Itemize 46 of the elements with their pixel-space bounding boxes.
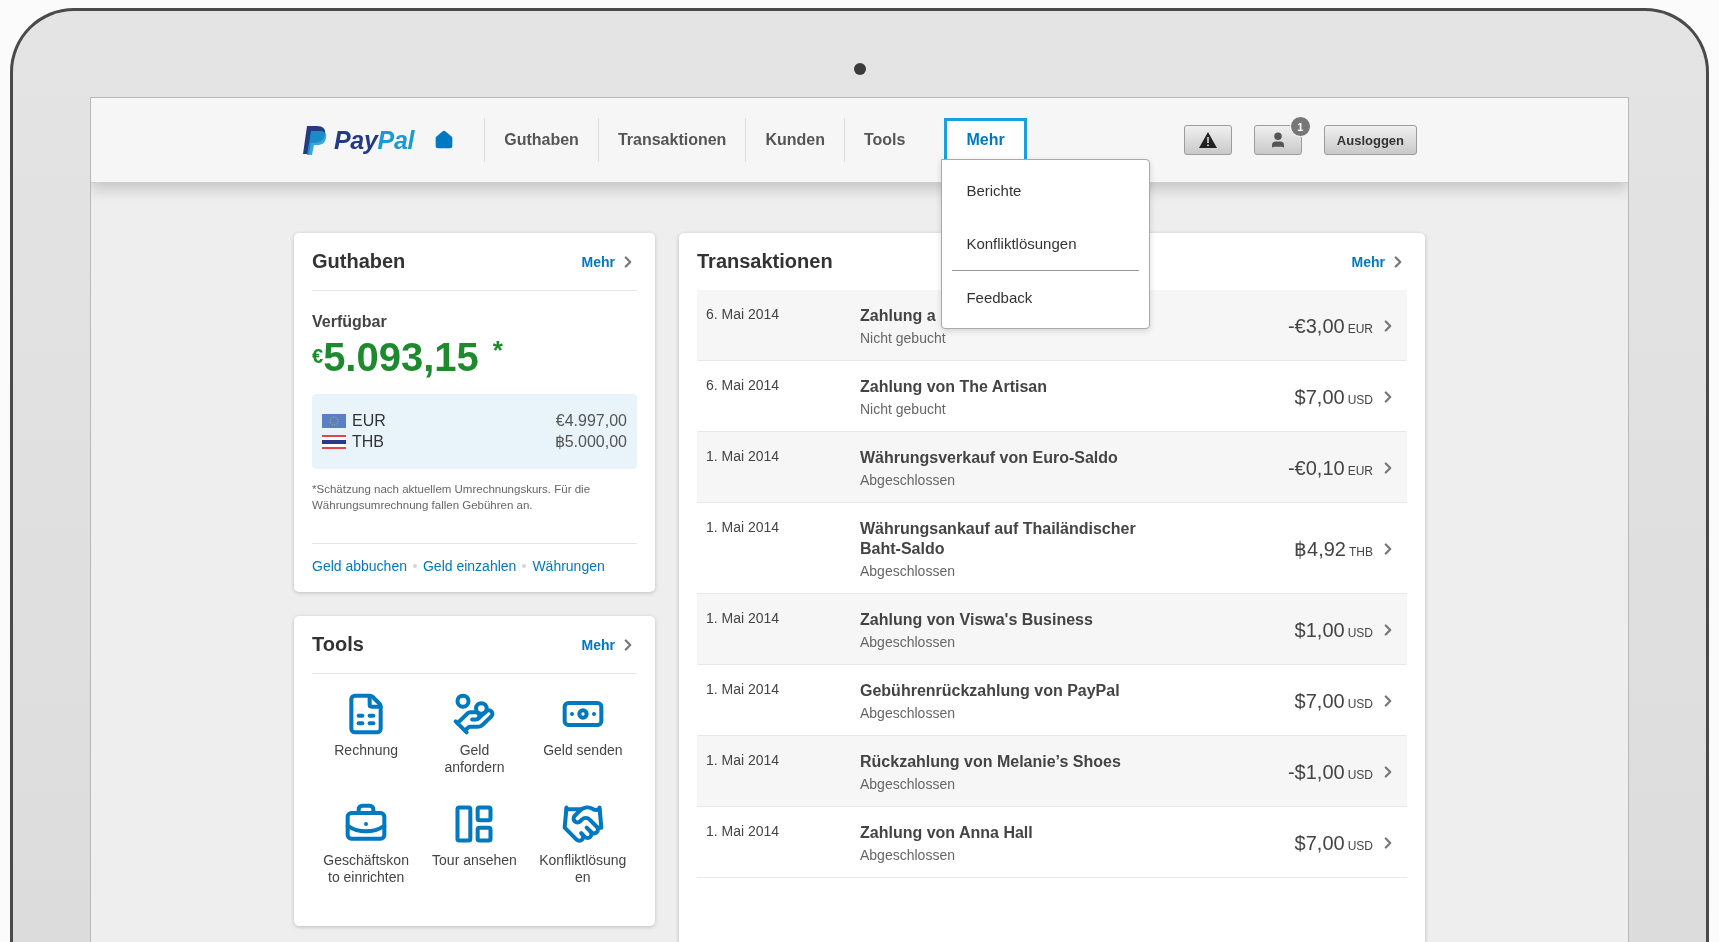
transaction-title: Währungsverkauf von Euro-Saldo bbox=[860, 448, 1119, 468]
currency-code: THB bbox=[352, 432, 384, 451]
transaction-amount: $7,00 USD bbox=[1294, 831, 1373, 855]
currency-amount: ฿5.000,00 bbox=[554, 432, 627, 451]
transaction-amount: $1,00 USD bbox=[1294, 618, 1373, 642]
transaction-title: Währungsankauf auf Thailändischer Baht-Saldo bbox=[860, 519, 1137, 559]
transaction-amount: $7,00 USD bbox=[1294, 689, 1373, 713]
transaction-date: 6. Mai 2014 bbox=[706, 377, 781, 393]
transaction-title: Rückzahlung von Melanie’s Shoes bbox=[860, 752, 1122, 772]
currency-symbol: € bbox=[312, 345, 324, 367]
transaction-amount: -€3,00 EUR bbox=[1287, 314, 1373, 338]
paypal-logo: PayPal bbox=[334, 125, 415, 155]
transaction-status: Nicht gebucht bbox=[860, 330, 947, 346]
transaction-title: Zahlung von The Artisan bbox=[860, 377, 1048, 397]
transaction-date: 1. Mai 2014 bbox=[706, 448, 781, 464]
transaction-date: 1. Mai 2014 bbox=[706, 752, 781, 768]
transaction-title: Zahlung von Anna Hall bbox=[860, 823, 1034, 843]
transaction-status: Abgeschlossen bbox=[860, 634, 956, 650]
transaction-date: 1. Mai 2014 bbox=[706, 823, 781, 839]
transaction-amount: $7,00 USD bbox=[1294, 385, 1373, 409]
currency-amount: €4.997,00 bbox=[555, 412, 627, 430]
card-title: Tools bbox=[312, 633, 364, 656]
transaction-date: 1. Mai 2014 bbox=[706, 519, 781, 535]
balance-amount: 5.093,15 bbox=[323, 335, 479, 380]
transaction-status: Abgeschlossen bbox=[860, 472, 956, 488]
transaction-status: Abgeschlossen bbox=[860, 776, 956, 792]
transaction-date: 6. Mai 2014 bbox=[706, 306, 781, 322]
transaction-date: 1. Mai 2014 bbox=[706, 610, 781, 626]
card-title: Guthaben bbox=[312, 250, 406, 273]
transaction-status: Nicht gebucht bbox=[860, 401, 947, 417]
transaction-date: 1. Mai 2014 bbox=[706, 681, 781, 697]
available-label: Verfügbar bbox=[312, 313, 388, 331]
transaction-amount: -$1,00 USD bbox=[1287, 760, 1373, 784]
transaction-title: Gebührenrückzahlung von PayPal bbox=[860, 681, 1121, 701]
footnote-mark: * bbox=[492, 335, 503, 366]
card-title: Transaktionen bbox=[697, 250, 833, 273]
transaction-status: Abgeschlossen bbox=[860, 705, 956, 721]
currency-code: EUR bbox=[352, 412, 386, 430]
notification-badge: 1 bbox=[1289, 116, 1311, 137]
transaction-amount: ฿4,92 THB bbox=[1294, 537, 1373, 561]
exchange-note: *Schätzung nach aktuellem Umrechnungskurs. Für die Währungsumrechnung fallen Gebühren an. bbox=[312, 482, 592, 513]
transaction-amount: -€0,10 EUR bbox=[1287, 456, 1373, 480]
transaction-status: Abgeschlossen bbox=[860, 563, 956, 579]
transaction-status: Abgeschlossen bbox=[860, 847, 956, 863]
transaction-title: Zahlung a bbox=[860, 306, 937, 326]
transaction-title: Zahlung von Viswa's Business bbox=[860, 610, 1094, 630]
